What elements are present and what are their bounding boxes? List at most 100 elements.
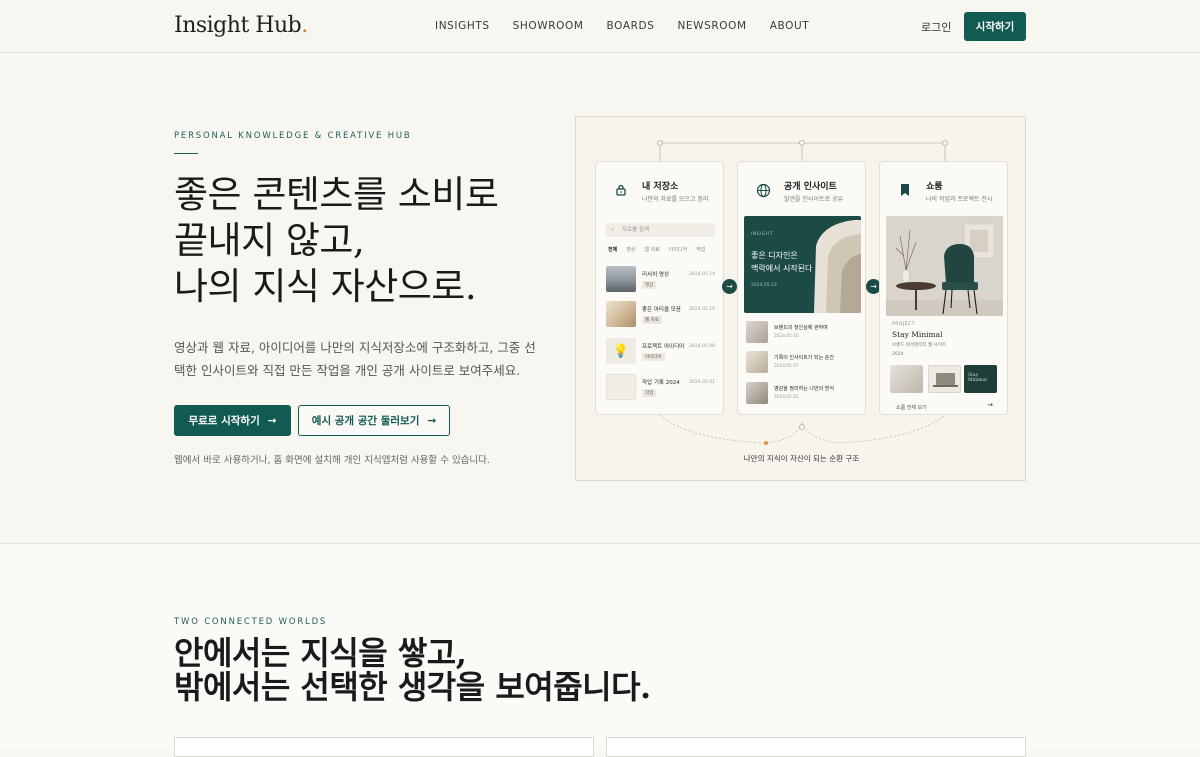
list-item[interactable]: 기록이 인사이트가 되는 순간 2024.05.07 [746, 351, 859, 375]
list-item-date: 2024.05.08 [689, 344, 715, 349]
section2-title: 안에서는 지식을 쌓고, 밖에서는 선택한 생각을 보여줍니다. [174, 636, 651, 704]
list-item[interactable]: 브랜드의 첫인상에 관하여 2024.05.10 [746, 321, 859, 345]
bookmark-icon [894, 179, 916, 201]
list-item-date: 2024.05.14 [689, 272, 715, 277]
lock-icon [610, 179, 632, 201]
browse-example-button[interactable]: 예시 공개 공간 둘러보기 → [298, 405, 450, 436]
site-header: Insight Hub. INSIGHTS SHOWROOM BOARDS NE… [0, 0, 1200, 53]
filter-tab-work[interactable]: 작업 [696, 246, 705, 253]
nav-showroom[interactable]: SHOWROOM [513, 20, 584, 32]
thumbnail [746, 382, 768, 404]
thumbnail [606, 301, 636, 327]
arrow-right-icon: → [427, 414, 437, 427]
showroom-image [886, 216, 1003, 316]
free-start-label: 무료로 시작하기 [188, 415, 260, 427]
section2-title-line-2: 밖에서는 선택한 생각을 보여줍니다. [174, 668, 651, 706]
list-item[interactable]: 💡 프로젝트 아이디어 아이디어 2024.05.08 [606, 338, 715, 364]
list-item-tag: 작업 [642, 389, 657, 397]
featured-headline-line-2: 맥락에서 시작된다 [751, 264, 813, 273]
project-thumbnail[interactable] [890, 365, 923, 393]
list-item-title: 브랜드의 첫인상에 관하여 [774, 325, 828, 331]
list-item-tag: 영상 [642, 281, 657, 289]
list-item-date: 2024.05.10 [774, 334, 799, 339]
logo[interactable]: Insight Hub. [174, 13, 308, 38]
filter-tab-all[interactable]: 전체 [608, 246, 617, 253]
hero-illustration: 내 저장소 나만의 자료를 모으고 정리 ⌕ 자료를 검색 전체 영상 웹 자료… [575, 116, 1026, 481]
section2-eyebrow: TWO CONNECTED WORLDS [174, 617, 328, 627]
list-item[interactable]: 좋은 아티클 모음 웹 자료 2024.05.10 [606, 301, 715, 327]
thumbnail [606, 374, 636, 400]
filter-tabs: 전체 영상 웹 자료 아이디어 작업 [608, 246, 705, 253]
nav-newsroom[interactable]: NEWSROOM [677, 20, 746, 32]
featured-headline-line-1: 좋은 디자인은 [751, 251, 798, 260]
laptop-thumbnail[interactable] [928, 365, 961, 393]
chair-scene [886, 216, 1003, 316]
hero-eyebrow: PERSONAL KNOWLEDGE & CREATIVE HUB [174, 131, 412, 141]
stay-minimal-thumbnail[interactable]: Stay Minimal [964, 365, 997, 393]
list-item-tag: 아이디어 [642, 353, 665, 361]
storage-card-title: 내 저장소 [642, 182, 679, 192]
list-item-title: 리서치 영상 [642, 272, 670, 278]
hero-title-line-3: 나의 지식 자산으로. [174, 265, 477, 308]
list-item-date: 2024.05.10 [689, 307, 715, 312]
list-item-title: 영감을 정리하는 나만의 방식 [774, 386, 834, 392]
storage-search-input[interactable]: ⌕ 자료를 검색 [606, 223, 715, 237]
thumbnail [746, 351, 768, 373]
project-title: Stay Minimal [892, 330, 943, 339]
search-placeholder: 자료를 검색 [622, 227, 650, 233]
login-link[interactable]: 로그인 [921, 19, 951, 35]
hero-title-line-1: 좋은 콘텐츠를 소비로 [174, 173, 499, 216]
list-item-title: 좋은 아티클 모음 [642, 307, 681, 313]
insight-card[interactable]: 공개 인사이트 발견을 인사이트로 공유 INSIGHT 좋은 디자인은 맥락에… [737, 161, 866, 415]
hero-title: 좋은 콘텐츠를 소비로 끝내지 않고, 나의 지식 자산으로. [174, 172, 499, 310]
illustration-caption: 나만의 지식이 자산이 되는 순환 구조 [743, 454, 860, 463]
insight-card-subtitle: 발견을 인사이트로 공유 [784, 196, 844, 203]
arrow-right-icon: → [987, 401, 993, 409]
featured-date: 2024.05.13 [751, 283, 777, 288]
filter-tab-web[interactable]: 웹 자료 [644, 246, 659, 253]
project-subtitle: 브랜드 아이덴티티 웹 사이트 [892, 343, 946, 348]
featured-headline: 좋은 디자인은 맥락에서 시작된다 [751, 249, 812, 275]
list-item-title: 프로젝트 아이디어 [642, 344, 685, 350]
main-nav: INSIGHTS SHOWROOM BOARDS NEWSROOM ABOUT [435, 20, 809, 32]
list-item-tag: 웹 자료 [642, 316, 662, 324]
list-item[interactable]: 작업 기록 2024 작업 2024.05.01 [606, 374, 715, 400]
search-icon: ⌕ [611, 226, 615, 233]
left-feature-panel [174, 737, 594, 757]
thumbnail [746, 321, 768, 343]
nav-boards[interactable]: BOARDS [607, 20, 655, 32]
hero-title-line-2: 끝내지 않고, [174, 219, 365, 262]
showroom-all-link[interactable]: 쇼룸 전체 보기 [896, 404, 927, 411]
arrow-right-icon: → [267, 414, 277, 427]
list-item-title: 작업 기록 2024 [642, 380, 680, 386]
featured-label: INSIGHT [751, 232, 773, 237]
list-item-date: 2024.05.02 [774, 395, 799, 400]
section2-title-line-1: 안에서는 지식을 쌓고, [174, 634, 467, 672]
showroom-card-subtitle: 나의 작업과 프로젝트 전시 [926, 196, 993, 203]
project-year: 2024 [892, 352, 904, 357]
arrow-right-icon: → [722, 279, 737, 294]
free-start-button[interactable]: 무료로 시작하기 → [174, 405, 291, 436]
storage-card[interactable]: 내 저장소 나만의 자료를 모으고 정리 ⌕ 자료를 검색 전체 영상 웹 자료… [595, 161, 724, 415]
filter-tab-idea[interactable]: 아이디어 [669, 246, 687, 253]
featured-insight[interactable]: INSIGHT 좋은 디자인은 맥락에서 시작된다 2024.05.13 [744, 216, 861, 313]
nav-insights[interactable]: INSIGHTS [435, 20, 490, 32]
showroom-card[interactable]: 쇼룸 나의 작업과 프로젝트 전시 PROJECT Stay Minimal 브… [879, 161, 1008, 415]
insight-card-title: 공개 인사이트 [784, 182, 837, 192]
header-start-button[interactable]: 시작하기 [964, 12, 1026, 41]
nav-about[interactable]: ABOUT [770, 20, 810, 32]
globe-icon [752, 179, 774, 201]
list-item[interactable]: 리서치 영상 영상 2024.05.14 [606, 266, 715, 292]
list-item[interactable]: 영감을 정리하는 나만의 방식 2024.05.02 [746, 382, 859, 406]
eyebrow-divider [174, 153, 198, 154]
browse-example-label: 예시 공개 공간 둘러보기 [311, 415, 420, 427]
logo-dot: . [301, 13, 308, 38]
list-item-date: 2024.05.07 [774, 364, 799, 369]
hero-note: 웹에서 바로 사용하거나, 홈 화면에 설치해 개인 지식앱처럼 사용할 수 있… [174, 455, 490, 466]
logo-text[interactable]: Insight Hub [174, 13, 302, 38]
thumbnail [606, 266, 636, 292]
right-feature-panel [606, 737, 1026, 757]
filter-tab-video[interactable]: 영상 [626, 246, 635, 253]
list-item-title: 기록이 인사이트가 되는 순간 [774, 355, 834, 361]
lightbulb-icon: 💡 [606, 338, 636, 364]
